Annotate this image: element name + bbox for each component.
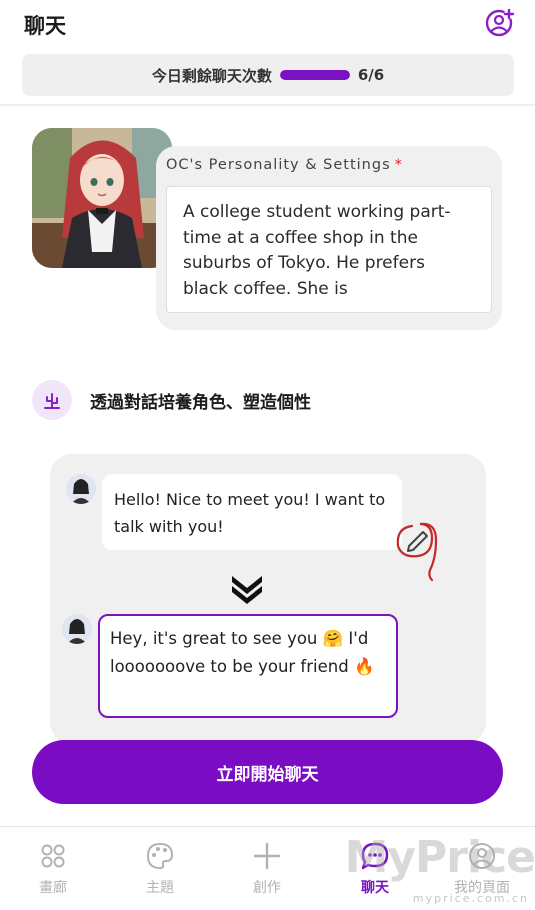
- nav-label-theme: 主題: [146, 880, 174, 896]
- settings-title-text: OC's Personality & Settings: [166, 157, 391, 173]
- character-settings-card: OC's Personality & Settings * A college s…: [156, 146, 502, 330]
- watermark: MyPrice: [344, 832, 535, 883]
- page-title: 聊天: [24, 14, 66, 38]
- gallery-icon: [41, 844, 65, 868]
- quota-label: 今日剩餘聊天次數: [151, 66, 272, 85]
- quota-count: 6/6: [357, 66, 385, 84]
- anime-maid-portrait-icon: [32, 128, 172, 268]
- start-chat-button[interactable]: 立即開始聊天: [32, 740, 503, 804]
- watermark-url: myprice.com.cn: [412, 892, 529, 905]
- quota-progress-fill: [279, 70, 350, 80]
- app-header: 聊天: [0, 0, 535, 50]
- cactus-icon: [32, 380, 72, 420]
- daily-chat-quota: 今日剩餘聊天次數 6/6: [22, 54, 514, 96]
- user-avatar: [66, 474, 96, 504]
- character-avatar[interactable]: [32, 128, 172, 268]
- user-message-bubble: Hello! Nice to meet you! I want to talk …: [102, 474, 402, 550]
- nav-item-gallery[interactable]: 畫廊: [18, 827, 88, 910]
- double-chevron-down-icon: [232, 576, 262, 604]
- pencil-icon[interactable]: [392, 506, 456, 586]
- demo-conversation: Hello! Nice to meet you! I want to talk …: [50, 454, 486, 744]
- feature-text: 透過對話培養角色、塑造個性: [90, 392, 311, 413]
- nav-item-create[interactable]: 創作: [232, 827, 302, 910]
- settings-title: OC's Personality & Settings *: [166, 157, 403, 173]
- user-plus-icon[interactable]: [485, 8, 515, 38]
- palette-icon: [146, 842, 174, 870]
- feature-highlight: 透過對話培養角色、塑造個性: [32, 380, 311, 420]
- character-reply-bubble: Hey, it's great to see you 🤗 I'd loooooo…: [98, 614, 398, 718]
- character-mini-avatar: [62, 614, 92, 644]
- quota-progress-bar: [279, 70, 350, 80]
- nav-label-create: 創作: [253, 880, 281, 896]
- nav-item-theme[interactable]: 主題: [125, 827, 195, 910]
- personality-textarea[interactable]: A college student working part-time at a…: [166, 186, 492, 313]
- plus-icon: [253, 842, 281, 870]
- nav-label-gallery: 畫廊: [39, 880, 67, 896]
- header-divider: [0, 104, 535, 106]
- required-mark: *: [394, 157, 403, 173]
